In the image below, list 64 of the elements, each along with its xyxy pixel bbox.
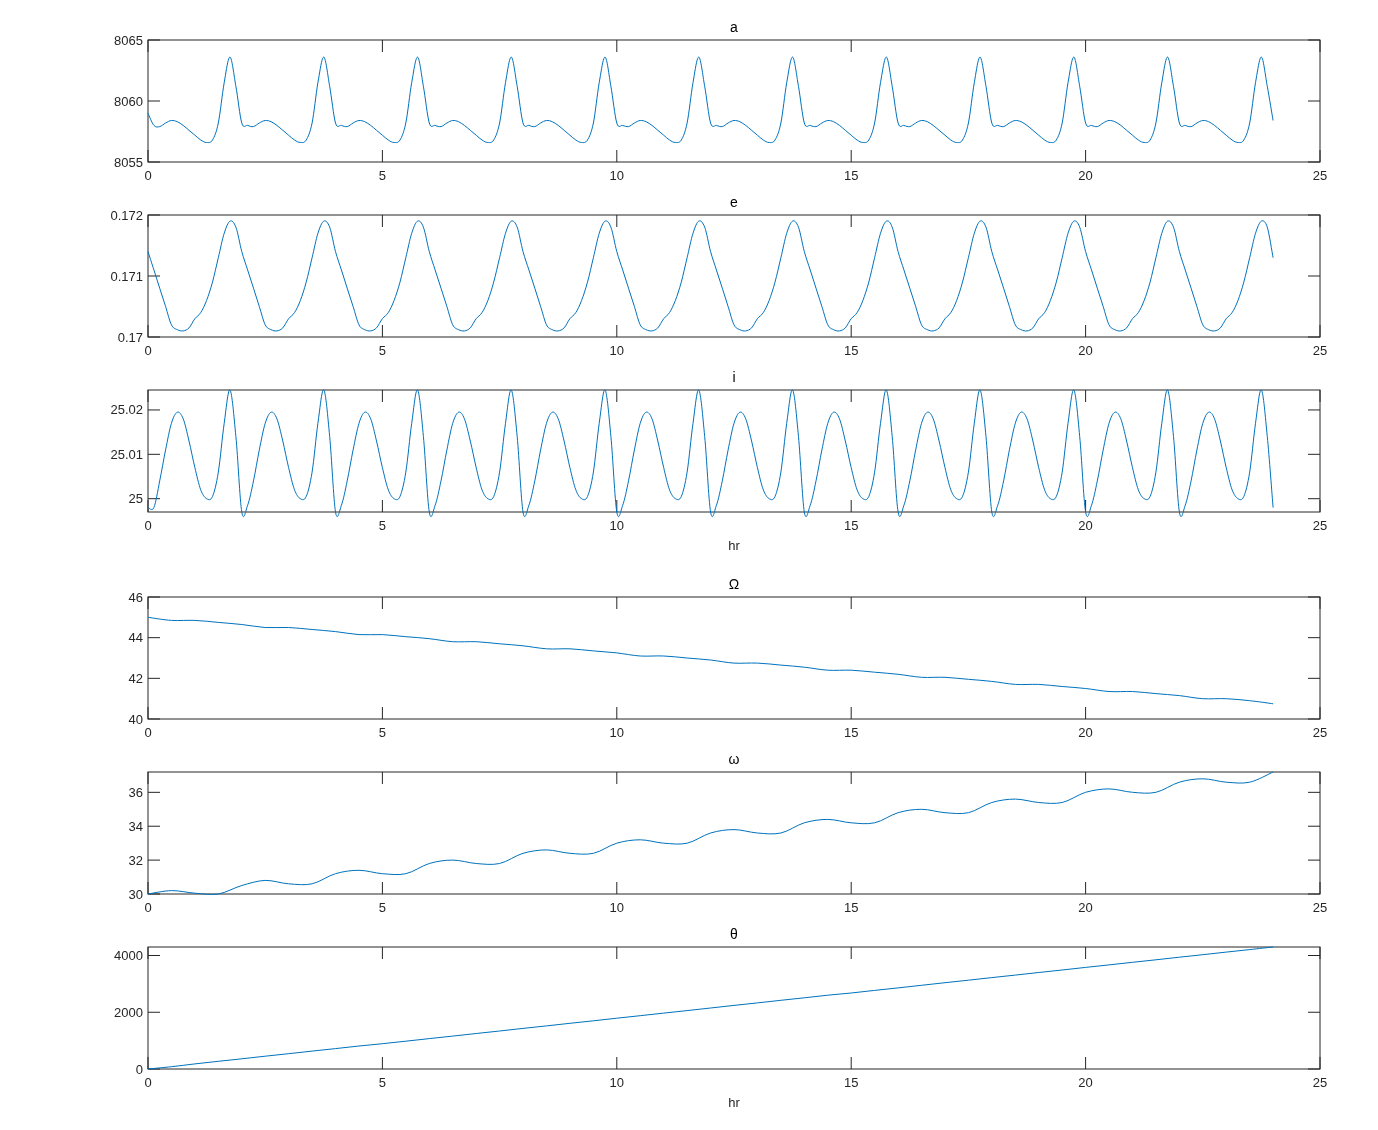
chart-title: e xyxy=(730,194,738,210)
tick-label: 5 xyxy=(378,518,386,533)
tick-label: 44 xyxy=(128,630,143,646)
tick-label: 0 xyxy=(144,168,152,183)
tick-label: 30 xyxy=(128,886,143,902)
tick-label: 15 xyxy=(843,900,859,915)
tick-label: 4000 xyxy=(114,948,143,963)
tick-label: 20 xyxy=(1078,725,1093,740)
tick-label: 25.02 xyxy=(110,402,143,418)
tick-label: 20 xyxy=(1078,168,1093,183)
tick-label: 25 xyxy=(128,491,143,507)
tick-label: 34 xyxy=(128,818,143,834)
tick-label: 10 xyxy=(609,1075,625,1090)
tick-label: 20 xyxy=(1078,900,1093,915)
tick-label: 2000 xyxy=(114,1004,143,1020)
tick-label: 32 xyxy=(128,852,143,868)
tick-label: 0 xyxy=(144,900,152,915)
tick-label: 10 xyxy=(609,725,625,740)
tick-label: 15 xyxy=(843,168,859,183)
tick-label: 20 xyxy=(1078,343,1093,358)
chart-title: ω xyxy=(728,751,740,767)
tick-label: 20 xyxy=(1078,1075,1093,1090)
tick-label: 5 xyxy=(378,900,386,915)
tick-label: 20 xyxy=(1078,518,1093,533)
chart-title: θ xyxy=(730,926,738,942)
tick-label: 0.17 xyxy=(117,329,143,345)
tick-label: 5 xyxy=(378,168,386,183)
tick-label: 0.172 xyxy=(110,207,143,223)
tick-label: 8065 xyxy=(114,32,143,48)
tick-label: 10 xyxy=(609,343,625,358)
tick-label: 0 xyxy=(135,1061,143,1077)
tick-label: 15 xyxy=(843,518,859,533)
tick-label: 0 xyxy=(144,1075,152,1090)
tick-label: 0 xyxy=(144,518,152,533)
tick-label: 36 xyxy=(128,784,143,800)
tick-label: 5 xyxy=(378,1075,386,1090)
tick-label: 5 xyxy=(378,725,386,740)
tick-label: 5 xyxy=(378,343,386,358)
tick-label: 15 xyxy=(843,725,859,740)
tick-label: 46 xyxy=(128,589,143,605)
chart-title: i xyxy=(732,369,736,385)
tick-label: 15 xyxy=(843,1075,859,1090)
chart-title: Ω xyxy=(728,576,740,592)
tick-label: 25.01 xyxy=(110,446,143,462)
tick-label: 0 xyxy=(144,343,152,358)
tick-label: 25 xyxy=(1312,343,1328,358)
tick-label: 10 xyxy=(609,518,625,533)
tick-label: 10 xyxy=(609,900,625,915)
chart-title: a xyxy=(730,19,738,35)
tick-label: 15 xyxy=(843,343,859,358)
tick-label: 0 xyxy=(144,725,152,740)
tick-label: 25 xyxy=(1312,725,1328,740)
tick-label: 8055 xyxy=(114,154,143,170)
tick-label: 25 xyxy=(1312,1075,1328,1090)
tick-label: 10 xyxy=(609,168,625,183)
tick-label: 8060 xyxy=(114,93,143,109)
tick-label: 42 xyxy=(128,670,143,686)
tick-label: 0.171 xyxy=(110,268,143,284)
axis-label: hr xyxy=(728,538,740,553)
tick-label: 25 xyxy=(1312,518,1328,533)
tick-label: 25 xyxy=(1312,168,1328,183)
tick-label: 25 xyxy=(1312,900,1328,915)
tick-label: 40 xyxy=(128,711,143,727)
axis-label: hr xyxy=(728,1095,740,1110)
